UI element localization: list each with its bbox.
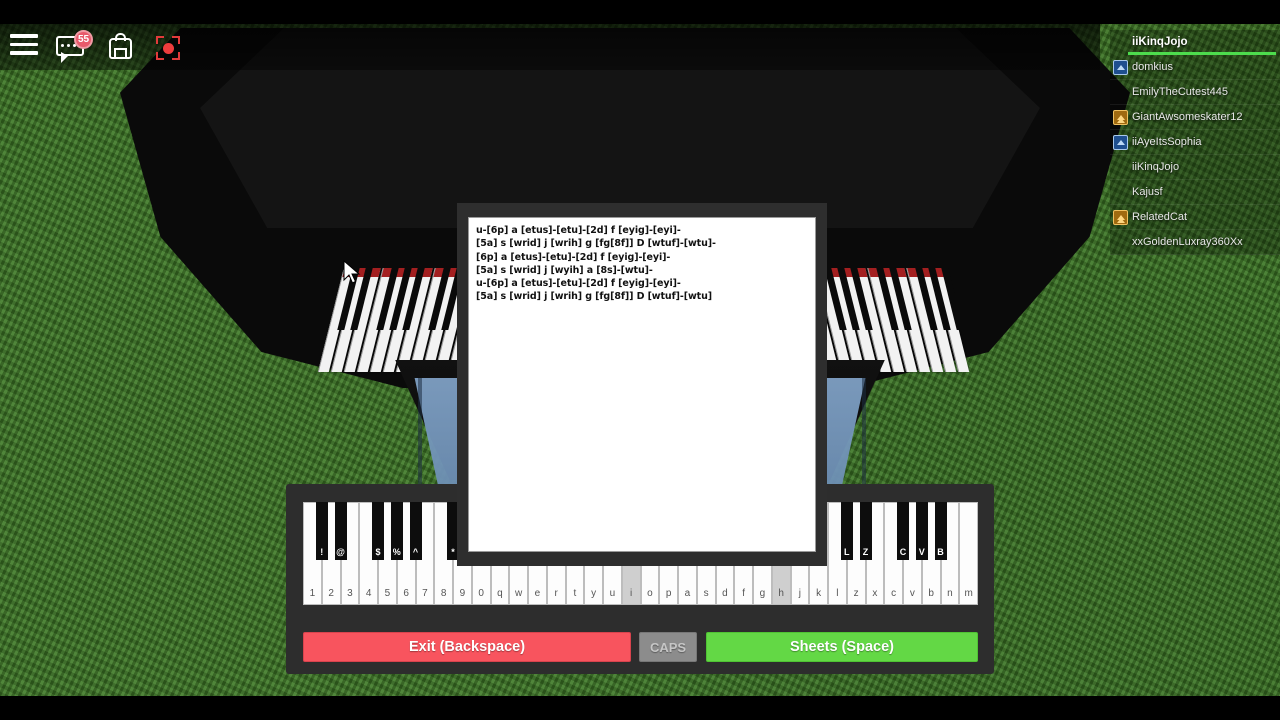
letterbox-top bbox=[0, 0, 1280, 24]
chat-icon[interactable]: 55 bbox=[56, 30, 94, 63]
sheet-line: [5a] s [wrid] j [wrih] g [fg[8f]] D [wtu… bbox=[476, 291, 712, 303]
sheet-line: [6p] a [etus]-[etu]-[2d] f [eyig]-[eyi]- bbox=[476, 251, 671, 263]
player-name: EmilyTheCutest445 bbox=[1132, 86, 1228, 98]
piano-black-key[interactable]: L bbox=[840, 502, 853, 560]
player-list-item[interactable]: iiKinqJojo bbox=[1110, 155, 1280, 180]
player-list-item[interactable]: EmilyTheCutest445 bbox=[1110, 80, 1280, 105]
rank-badge-gold-icon bbox=[1113, 110, 1128, 125]
player-list-item[interactable]: domkius bbox=[1110, 55, 1280, 80]
piano-black-key[interactable]: $ bbox=[372, 502, 384, 560]
player-name: GiantAwsomeskater12 bbox=[1132, 111, 1243, 123]
sheet-line: [5a] s [wrid] j [wyih] a [8s]-[wtu]- bbox=[476, 264, 653, 276]
backpack-icon[interactable] bbox=[106, 33, 136, 60]
piano-black-key[interactable]: Z bbox=[859, 502, 872, 560]
rank-badge-blue-icon bbox=[1113, 60, 1128, 75]
player-list-item[interactable]: xxGoldenLuxray360Xx bbox=[1110, 230, 1280, 255]
piano-black-key[interactable]: C bbox=[897, 502, 909, 560]
caps-button[interactable]: CAPS bbox=[639, 632, 697, 662]
hamburger-menu-icon[interactable] bbox=[10, 34, 40, 60]
piano-black-key[interactable]: ^ bbox=[409, 502, 422, 560]
sheet-line: u-[6p] a [etus]-[etu]-[2d] f [eyig]-[eyi… bbox=[476, 225, 681, 236]
player-name: iiKinqJojo bbox=[1132, 161, 1180, 173]
player-name: iiAyeItsSophia bbox=[1132, 136, 1202, 148]
piano-black-key[interactable]: ! bbox=[315, 502, 328, 560]
piano-black-key[interactable]: V bbox=[915, 502, 928, 560]
player-list-item[interactable]: GiantAwsomeskater12 bbox=[1110, 105, 1280, 130]
sheet-line: [5a] s [wrid] j [wrih] g [fg[8f]] D [wtu… bbox=[476, 238, 716, 250]
game-viewport: 55 iiKinqJojo domkius EmilyTheCutest445 Gi… bbox=[0, 0, 1280, 720]
sheet-dialog[interactable]: u-[6p] a [etus]-[etu]-[2d] f [eyig]-[eyi… bbox=[457, 203, 827, 566]
chat-unread-badge: 55 bbox=[74, 30, 94, 49]
sheets-button[interactable]: Sheets (Space) bbox=[706, 632, 978, 662]
roblox-topbar: 55 bbox=[0, 24, 1100, 70]
record-icon[interactable] bbox=[152, 34, 182, 60]
letterbox-bottom bbox=[0, 696, 1280, 720]
piano-button-row: Exit (Backspace) CAPS Sheets (Space) bbox=[303, 632, 978, 662]
player-name: xxGoldenLuxray360Xx bbox=[1132, 236, 1243, 248]
piano-black-key[interactable]: @ bbox=[334, 502, 347, 560]
exit-button[interactable]: Exit (Backspace) bbox=[303, 632, 631, 662]
piano-black-key[interactable]: % bbox=[390, 502, 403, 560]
piano-black-key[interactable]: B bbox=[934, 502, 947, 560]
sheet-text-area[interactable]: u-[6p] a [etus]-[etu]-[2d] f [eyig]-[eyi… bbox=[468, 217, 816, 552]
rank-badge-gold-icon bbox=[1113, 210, 1128, 225]
player-name: RelatedCat bbox=[1132, 211, 1188, 223]
player-name: domkius bbox=[1132, 61, 1173, 73]
mouse-cursor-icon bbox=[343, 260, 361, 284]
rank-badge-blue-icon bbox=[1113, 135, 1128, 150]
sheet-line: u-[6p] a [etus]-[etu]-[2d] f [eyig]-[eyi… bbox=[476, 278, 681, 290]
player-list-item[interactable]: Kajusf bbox=[1110, 180, 1280, 205]
piano-white-key[interactable]: m bbox=[959, 502, 978, 605]
player-name: Kajusf bbox=[1132, 186, 1163, 198]
player-list-item[interactable]: RelatedCat bbox=[1110, 205, 1280, 230]
player-list-title: iiKinqJojo bbox=[1132, 36, 1188, 48]
player-list-item[interactable]: iiAyeItsSophia bbox=[1110, 130, 1280, 155]
player-list: iiKinqJojo domkius EmilyTheCutest445 Giant… bbox=[1110, 30, 1280, 255]
